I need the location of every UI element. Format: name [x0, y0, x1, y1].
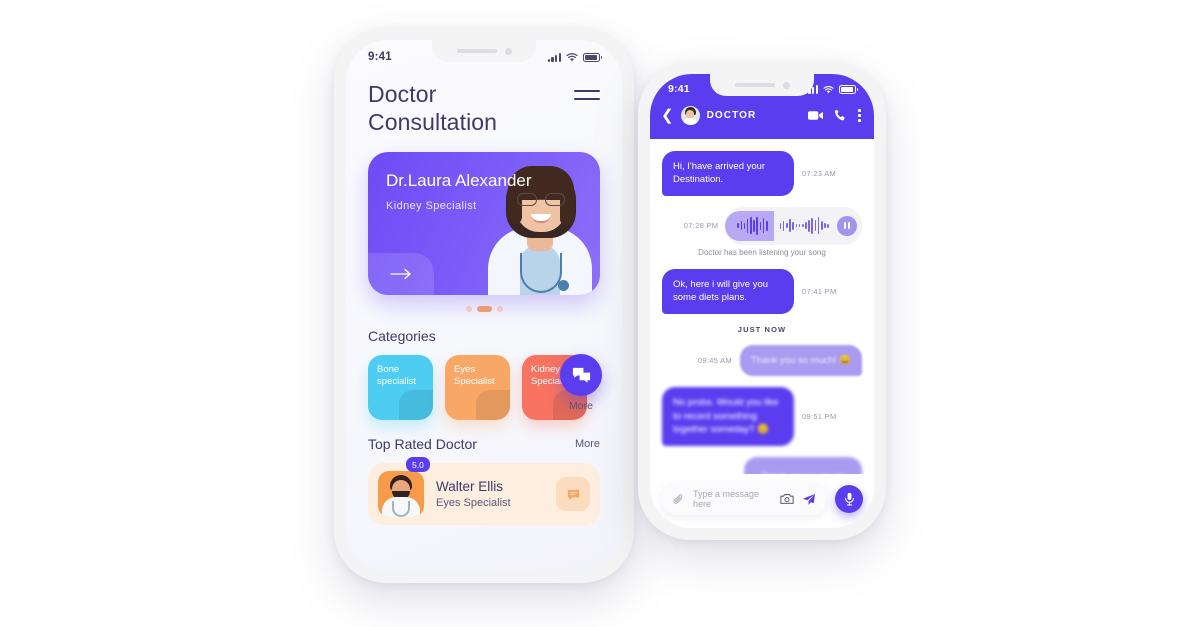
carousel-dot-active[interactable] [476, 306, 492, 313]
send-paper-plane-icon[interactable] [802, 493, 816, 506]
notch [432, 40, 536, 62]
message-row-incoming: No probs. Would you like to record somet… [662, 387, 862, 446]
earpiece-speaker [456, 49, 497, 53]
chat-header-actions [808, 109, 861, 122]
chat-message-list[interactable]: Hi, I'have arrived your Destination. 07:… [650, 139, 874, 501]
status-time: 9:41 [668, 83, 690, 95]
phone-right-chat: 9:41 ❮ DOCTOR Hi, I'have arrived your De… [638, 62, 886, 540]
microphone-icon[interactable] [835, 485, 863, 513]
message-row-incoming: Ok, here i will give you some diets plan… [662, 268, 862, 314]
voice-waveform-remaining [774, 211, 837, 241]
chat-composer: Type a message here [650, 474, 874, 528]
message-bubble[interactable]: Thank you so much! 😀 [739, 344, 862, 377]
kebab-menu-icon[interactable] [858, 109, 861, 122]
message-time: 07:28 PM [683, 221, 719, 231]
voice-message-player[interactable] [725, 206, 862, 245]
front-camera-icon [504, 47, 512, 55]
chat-bubble-icon[interactable] [556, 477, 590, 512]
message-time: 09:51 PM [802, 412, 837, 422]
status-time: 9:41 [368, 51, 392, 63]
arrow-right-icon [390, 268, 411, 280]
carousel-dot[interactable] [465, 306, 472, 313]
message-bubble[interactable]: Ok, here i will give you some diets plan… [662, 268, 794, 314]
featured-card-text: Dr.Laura Alexander Kidney Specialist [368, 152, 600, 212]
top-rated-header: Top Rated Doctor More [368, 436, 600, 452]
chat-contact-name: DOCTOR [706, 110, 757, 121]
wifi-icon [566, 53, 578, 62]
message-row-outgoing: 09:45 AM Thank you so much! 😀 [662, 344, 862, 377]
featured-doctor-name: Dr.Laura Alexander [386, 171, 532, 191]
rating-badge: 5.0 [406, 457, 430, 473]
signal-bars-icon [547, 52, 561, 62]
voice-message-caption: Doctor has been listening your song [698, 247, 826, 257]
message-row-incoming: Hi, I'have arrived your Destination. 07:… [662, 151, 862, 196]
phone-right-screen: 9:41 ❮ DOCTOR Hi, I'have arrived your De… [650, 74, 874, 528]
phone-left-screen: 9:41 Doctor Consultation Dr.Laura Alexan… [346, 40, 622, 571]
category-card-bone[interactable]: Bone specialist [368, 355, 433, 421]
category-card-eyes[interactable]: Eyes Specialist [445, 355, 510, 421]
message-time: 07:41 PM [802, 286, 837, 296]
notch [710, 74, 814, 96]
status-icons [547, 52, 603, 62]
chat-date-divider: JUST NOW [737, 324, 787, 334]
paperclip-icon[interactable] [672, 493, 685, 506]
top-rated-more-link[interactable]: More [575, 438, 600, 450]
doctor-name: Walter Ellis [436, 479, 504, 495]
message-bubble[interactable]: No probs. Would you like to record somet… [662, 387, 794, 446]
voice-waveform-played [725, 210, 774, 241]
message-input-container[interactable]: Type a message here [661, 483, 827, 515]
more-chat-fab[interactable] [560, 354, 602, 396]
carousel-dot[interactable] [496, 306, 503, 313]
battery-icon [583, 52, 603, 62]
mockup-canvas: 9:41 Doctor Consultation Dr.Laura Alexan… [0, 0, 1200, 627]
video-camera-icon[interactable] [808, 110, 824, 121]
front-camera-icon [782, 81, 790, 89]
page-title: Doctor Consultation [368, 81, 498, 136]
search-input-placeholder[interactable]: Type a message here [693, 489, 772, 509]
chat-bubbles-icon [572, 367, 590, 383]
wifi-icon [823, 85, 834, 93]
featured-card-arrow-button[interactable] [368, 253, 434, 296]
message-bubble[interactable]: Hi, I'have arrived your Destination. [662, 151, 794, 196]
phone-icon[interactable] [834, 109, 847, 122]
message-time: 07:23 AM [802, 168, 837, 178]
avatar [680, 106, 700, 125]
top-rated-doctor-info: Walter Ellis Eyes Specialist [436, 479, 511, 509]
featured-doctor-card[interactable]: Dr.Laura Alexander Kidney Specialist [368, 152, 600, 296]
chat-title-row: ❮ DOCTOR [650, 104, 874, 133]
battery-icon [839, 84, 859, 94]
categories-header: Categories [368, 328, 600, 344]
message-time: 09:45 AM [697, 356, 732, 366]
carousel-dots[interactable] [368, 306, 600, 313]
pause-icon[interactable] [837, 215, 857, 236]
categories-title: Categories [368, 328, 436, 345]
top-rated-title: Top Rated Doctor [368, 436, 477, 453]
doctor-specialty: Eyes Specialist [436, 497, 511, 510]
home-content: Doctor Consultation Dr.Laura Alexander K… [346, 74, 622, 526]
message-row-voice: 07:28 PM [662, 206, 862, 245]
top-rated-doctor-card[interactable]: 5.0 Walter Ellis Eyes Specialist [368, 457, 600, 526]
featured-doctor-specialty: Kidney Specialist [386, 200, 477, 213]
category-label: Eyes Specialist [454, 364, 495, 388]
category-label: Bone specialist [377, 364, 417, 388]
camera-icon[interactable] [780, 493, 794, 505]
more-fab-label: More [569, 400, 593, 412]
earpiece-speaker [734, 83, 775, 87]
avatar [378, 471, 424, 518]
chevron-left-icon[interactable]: ❮ [661, 108, 674, 123]
phone-left-home: 9:41 Doctor Consultation Dr.Laura Alexan… [334, 28, 634, 583]
hamburger-menu-icon[interactable] [574, 90, 600, 101]
